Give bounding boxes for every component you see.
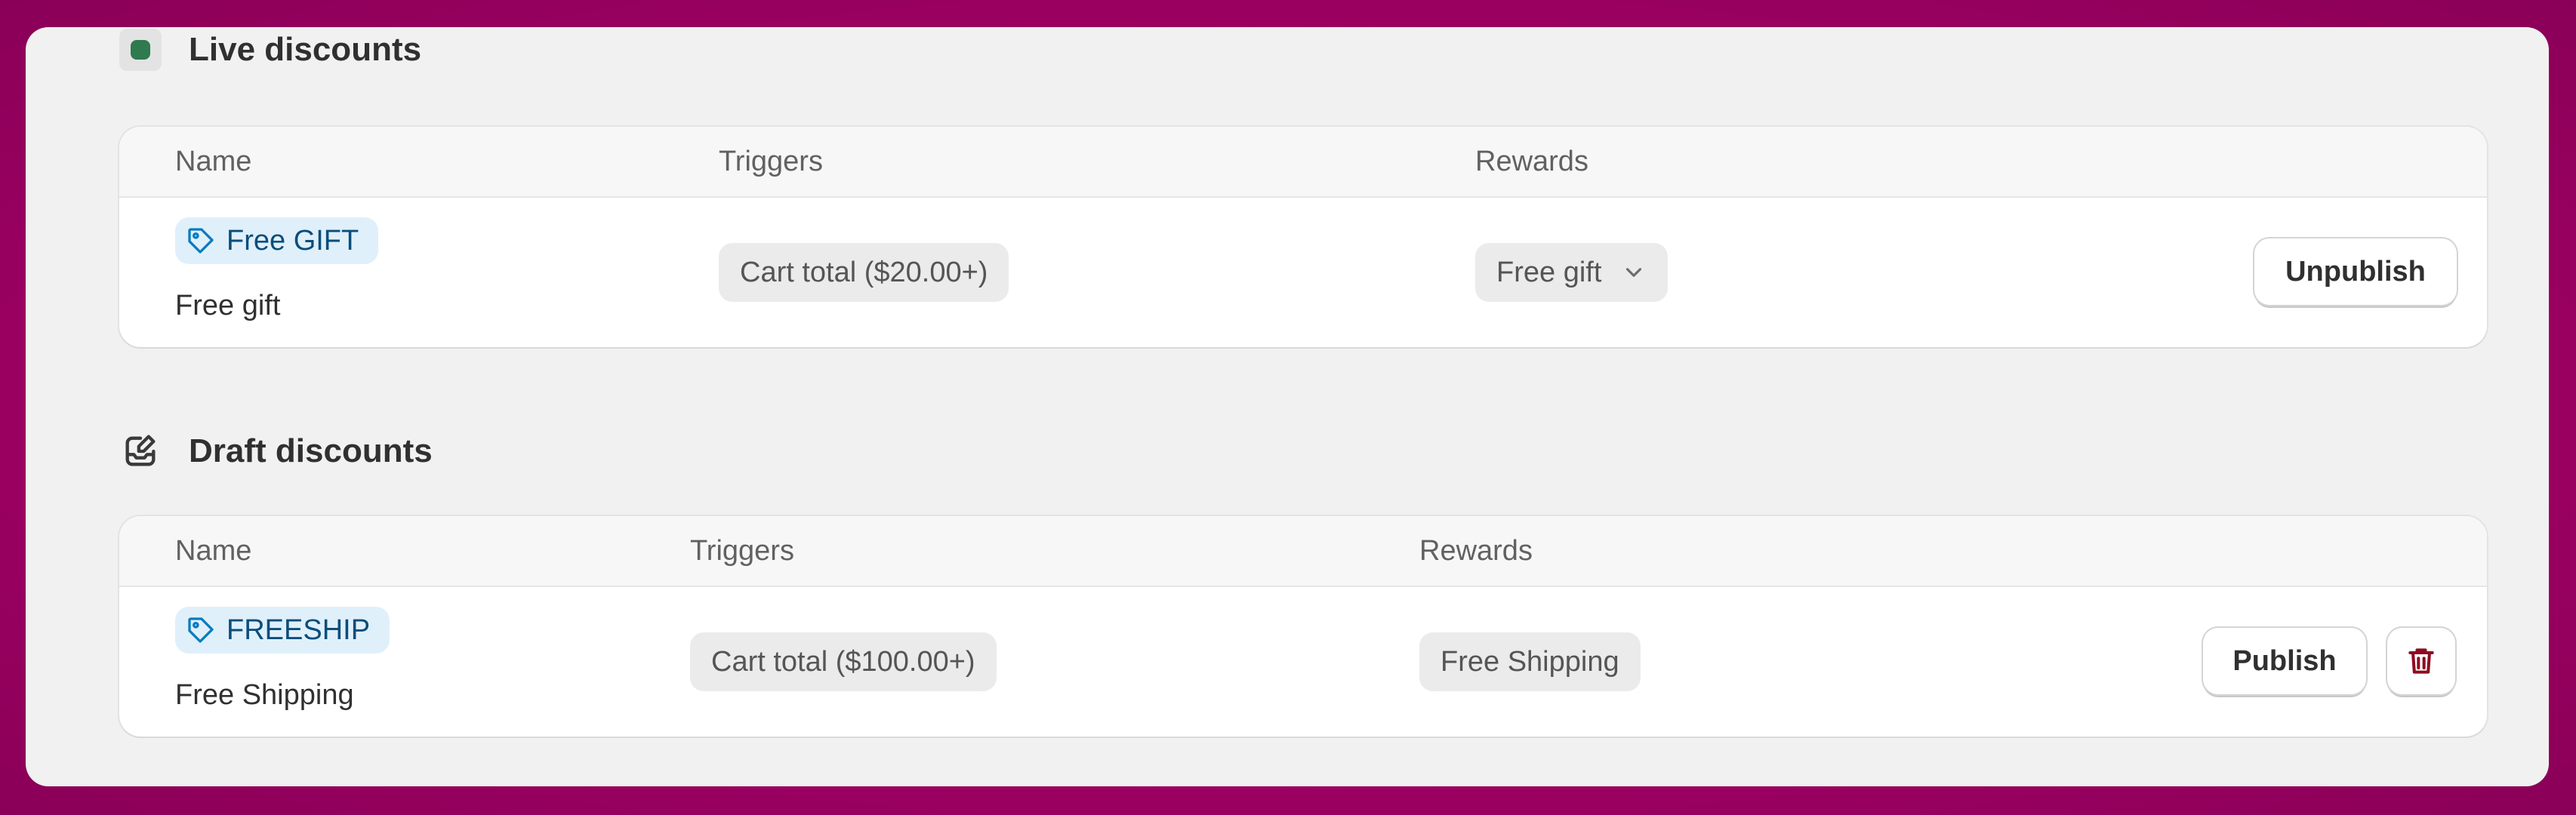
tag-icon — [188, 228, 214, 254]
tag-icon — [188, 617, 214, 643]
discount-code-tag[interactable]: FREESHIP — [175, 607, 390, 654]
live-discounts-title: Live discounts — [189, 31, 422, 68]
draft-discounts-table: Name Triggers Rewards FREESHIP Free Ship… — [119, 516, 2487, 737]
chevron-down-icon — [1626, 268, 1642, 277]
discount-code: Free GIFT — [226, 224, 359, 257]
trigger-label: Cart total ($100.00+) — [711, 645, 975, 678]
trigger-pill: Cart total ($20.00+) — [719, 243, 1009, 302]
status-dot-icon — [119, 29, 162, 71]
column-triggers: Triggers — [690, 535, 794, 567]
trash-icon — [2408, 648, 2434, 674]
trigger-label: Cart total ($20.00+) — [740, 256, 988, 288]
reward-label: Free Shipping — [1441, 645, 1619, 678]
table-row[interactable]: FREESHIP Free Shipping Cart total ($100.… — [119, 587, 2487, 737]
column-rewards: Rewards — [1419, 535, 1533, 567]
discount-title: Free gift — [175, 290, 281, 321]
live-discounts-header: Live discounts — [119, 29, 421, 71]
table-header: Name Triggers Rewards — [119, 127, 2487, 198]
discount-title: Free Shipping — [175, 679, 354, 711]
live-discounts-table: Name Triggers Rewards Free GIFT Free gif… — [119, 127, 2487, 347]
unpublish-button[interactable]: Unpublish — [2254, 238, 2457, 305]
reward-dropdown[interactable]: Free gift — [1475, 243, 1669, 302]
draft-discounts-title: Draft discounts — [189, 432, 433, 469]
table-row[interactable]: Free GIFT Free gift Cart total ($20.00+)… — [119, 198, 2487, 347]
draft-edit-icon — [119, 430, 162, 472]
discount-code-tag[interactable]: Free GIFT — [175, 217, 379, 264]
trigger-pill: Cart total ($100.00+) — [690, 632, 997, 691]
discounts-panel: Live discounts Name Triggers Rewards Fre… — [26, 27, 2549, 786]
reward-label: Free gift — [1496, 256, 1602, 288]
publish-button[interactable]: Publish — [2203, 628, 2366, 694]
column-rewards: Rewards — [1475, 146, 1588, 177]
reward-pill: Free Shipping — [1419, 632, 1641, 691]
draft-discounts-header: Draft discounts — [119, 430, 433, 472]
discount-code: FREESHIP — [226, 614, 371, 646]
delete-button[interactable] — [2387, 628, 2455, 694]
column-name: Name — [175, 535, 252, 567]
table-header: Name Triggers Rewards — [119, 516, 2487, 587]
column-triggers: Triggers — [719, 146, 823, 177]
column-name: Name — [175, 146, 252, 177]
